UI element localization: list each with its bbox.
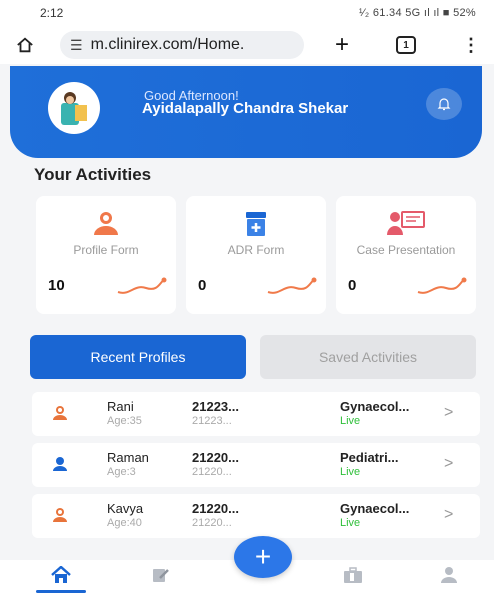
- profile-row[interactable]: Raman Age:3 21220... 21220... Pediatri..…: [32, 443, 480, 487]
- patient-icon: [53, 406, 67, 420]
- profile-age: Age:3: [107, 466, 136, 478]
- doctor-icon: [36, 210, 176, 236]
- url-bar[interactable]: ☰ m.clinirex.com/Home.: [60, 31, 304, 59]
- chevron-right-icon[interactable]: >: [444, 506, 453, 524]
- card-count: 0: [348, 277, 357, 294]
- profile-age: Age:40: [107, 517, 142, 529]
- medicine-box-icon: [186, 210, 326, 238]
- adr-form-card[interactable]: ADR Form 0: [186, 196, 326, 314]
- add-button[interactable]: +: [234, 536, 292, 578]
- profile-status: Live: [340, 466, 361, 478]
- card-count: 0: [198, 277, 207, 294]
- profile-form-card[interactable]: Profile Form 10: [36, 196, 176, 314]
- edit-form-icon[interactable]: [146, 562, 176, 588]
- section-title: Your Activities: [34, 165, 152, 184]
- profile-department: Pediatri...: [340, 450, 399, 465]
- browser-toolbar: ☰ m.clinirex.com/Home. + 1 ⋮: [0, 26, 494, 64]
- profile-id-sub: 21220...: [192, 517, 232, 529]
- trend-sparkline-icon: [267, 277, 317, 294]
- home-icon[interactable]: [14, 34, 36, 56]
- tab-saved-activities[interactable]: Saved Activities: [260, 335, 476, 379]
- profile-row[interactable]: Kavya Age:40 21220... 21220... Gynaecol.…: [32, 494, 480, 538]
- chevron-right-icon[interactable]: >: [444, 404, 453, 422]
- trend-sparkline-icon: [417, 277, 467, 294]
- menu-icon[interactable]: ⋮: [462, 35, 480, 56]
- presentation-icon: [336, 210, 476, 236]
- tabs-button[interactable]: 1: [396, 36, 416, 54]
- case-presentation-card[interactable]: Case Presentation 0: [336, 196, 476, 314]
- patient-icon: [53, 457, 67, 471]
- profile-id: 21223...: [192, 399, 239, 414]
- site-settings-icon[interactable]: ☰: [70, 37, 83, 54]
- card-label: ADR Form: [227, 243, 285, 257]
- patient-icon: [53, 508, 67, 522]
- profile-id: 21220...: [192, 450, 239, 465]
- bell-icon[interactable]: [426, 88, 462, 120]
- card-label: Profile Form: [73, 243, 139, 257]
- profile-row[interactable]: Rani Age:35 21223... 21223... Gynaecol..…: [32, 392, 480, 436]
- status-time: 2:12: [40, 6, 64, 20]
- url-text: m.clinirex.com/Home.: [90, 36, 245, 53]
- new-tab-button[interactable]: +: [332, 31, 352, 59]
- briefcase-icon[interactable]: [338, 562, 368, 588]
- profile-status: Live: [340, 415, 361, 427]
- home-icon[interactable]: [46, 562, 76, 588]
- user-name: Ayidalapally Chandra Shekar: [142, 100, 349, 117]
- profile-status: Live: [340, 517, 361, 529]
- card-label: Case Presentation: [356, 243, 456, 257]
- profile-id-sub: 21220...: [192, 466, 232, 478]
- card-count: 10: [48, 277, 65, 294]
- profile-name: Rani: [107, 399, 134, 414]
- profile-id-sub: 21223...: [192, 415, 232, 427]
- profile-age: Age:35: [107, 415, 142, 427]
- greeting-header: Good Afternoon! Ayidalapally Chandra She…: [10, 66, 482, 158]
- profile-icon[interactable]: [434, 562, 464, 588]
- chevron-right-icon[interactable]: >: [444, 455, 453, 473]
- active-tab-indicator: [36, 590, 86, 593]
- avatar[interactable]: [48, 82, 100, 134]
- profile-name: Raman: [107, 450, 149, 465]
- tab-recent-profiles[interactable]: Recent Profiles: [30, 335, 246, 379]
- profile-name: Kavya: [107, 501, 144, 516]
- trend-sparkline-icon: [117, 277, 167, 294]
- profile-department: Gynaecol...: [340, 399, 410, 414]
- status-bar: 2:12 ¹⁄₂ 61.34 5G ıl ıl ■ 52%: [0, 0, 494, 26]
- tab-count: 1: [403, 39, 409, 51]
- status-indicators: ¹⁄₂ 61.34 5G ıl ıl ■ 52%: [358, 7, 476, 19]
- profile-id: 21220...: [192, 501, 239, 516]
- profile-department: Gynaecol...: [340, 501, 410, 516]
